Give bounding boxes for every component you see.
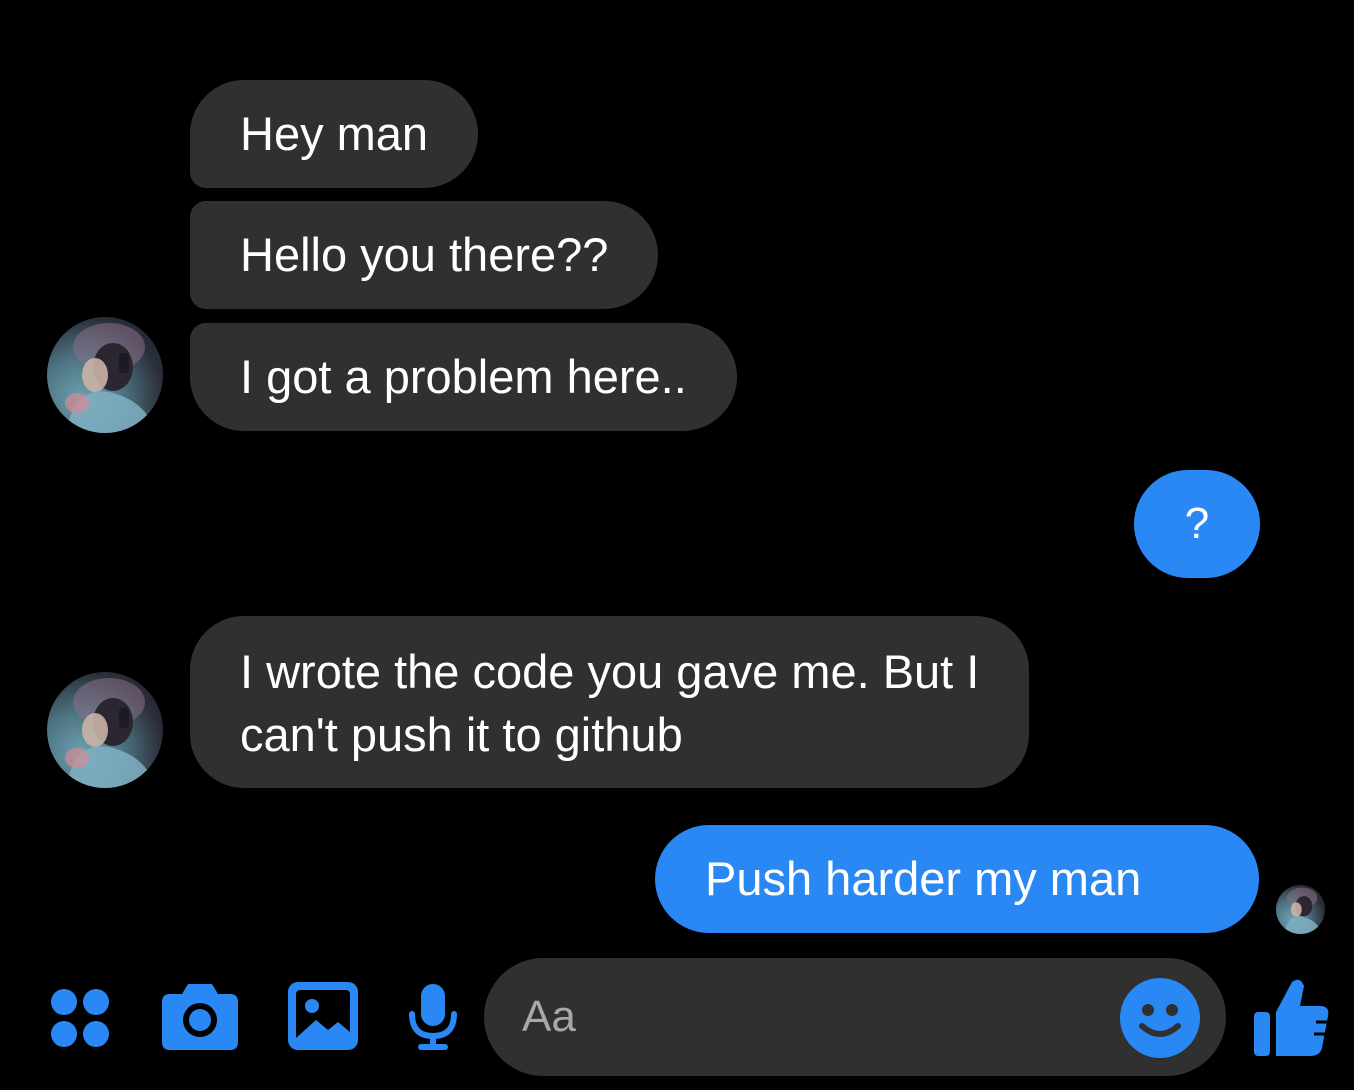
message-text-line: I wrote the code you gave me. But I [240,645,980,698]
message-text: Hello you there?? [240,228,609,281]
message-text: Hey man [240,107,429,160]
thumbs-up-icon[interactable] [1254,976,1330,1056]
incoming-message-bubble[interactable]: I wrote the code you gave me. But I can'… [190,616,1030,788]
read-receipt-avatar [1276,885,1325,934]
message-input-container [484,958,1226,1076]
incoming-message-bubble[interactable]: Hello you there?? [190,201,659,309]
avatar-image [65,323,155,433]
message-input[interactable] [522,990,1082,1044]
message-text: ? [1184,499,1210,548]
outgoing-message-bubble[interactable]: Push harder my man [655,825,1259,933]
incoming-message-bubble[interactable]: Hey man [190,80,479,188]
message-text-line: can't push it to github [240,708,683,761]
outgoing-message-bubble[interactable]: ? [1134,470,1260,578]
camera-icon[interactable] [162,980,238,1050]
sender-avatar[interactable] [47,672,163,788]
menu-dots-icon[interactable] [48,986,112,1050]
emoji-icon[interactable] [1120,978,1200,1058]
gallery-icon[interactable] [288,982,358,1050]
incoming-message-bubble[interactable]: I got a problem here.. [190,323,737,431]
microphone-icon[interactable] [408,984,458,1052]
message-text: Push harder my man [705,852,1142,905]
avatar-image [65,678,155,788]
sender-avatar[interactable] [47,317,163,433]
message-text: I got a problem here.. [240,350,687,403]
avatar-image [1284,887,1322,934]
